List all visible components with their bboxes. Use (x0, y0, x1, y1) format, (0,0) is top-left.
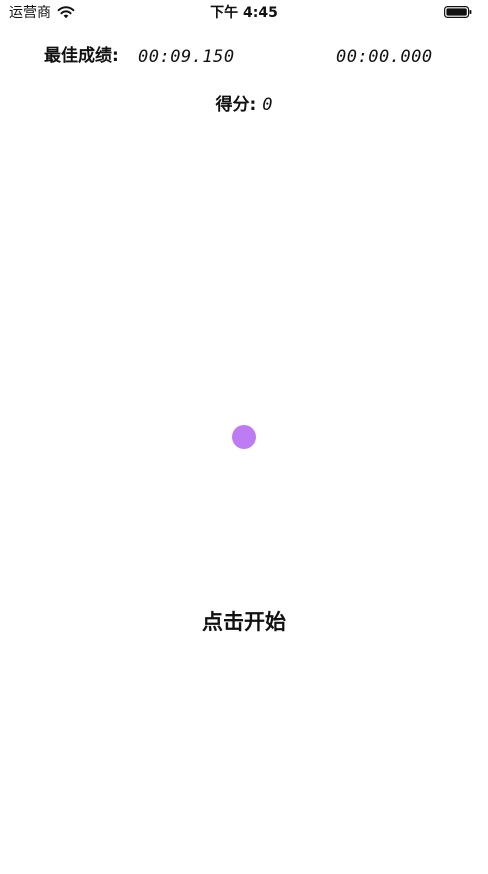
target-dot[interactable] (232, 425, 256, 449)
best-score-label: 最佳成绩: (44, 46, 119, 66)
best-score-value: 00:09.150 (138, 47, 235, 67)
score-value: 0 (262, 95, 273, 115)
score-label: 得分: (215, 95, 257, 115)
game-screen: 运营商 下午 4:45 最佳成绩: 00:09.150 00:00.000 得分… (0, 0, 488, 874)
score-row: 得分: 0 (0, 93, 488, 117)
status-time: 下午 4:45 (210, 5, 278, 21)
status-bar: 运营商 下午 4:45 (0, 0, 488, 26)
current-timer: 00:00.000 (336, 47, 433, 67)
start-button[interactable]: 点击开始 (184, 604, 304, 640)
battery-icon (444, 6, 472, 18)
